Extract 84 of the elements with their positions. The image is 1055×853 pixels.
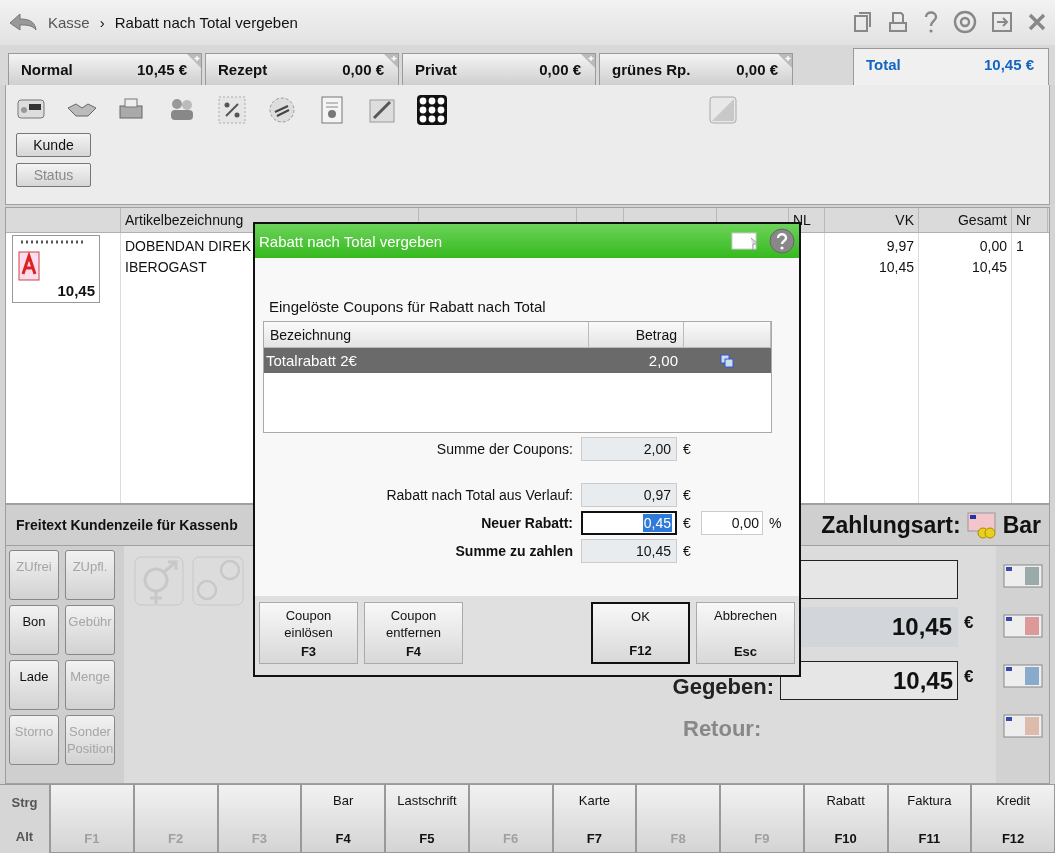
unit-label: € [682, 515, 692, 531]
input-field[interactable]: 0,45 [581, 511, 677, 535]
field-label: Rabatt nach Total aus Verlauf: [385, 487, 574, 503]
dots-grid-icon[interactable] [416, 93, 448, 126]
corner-plus-icon [778, 53, 792, 68]
tab[interactable]: Privat 0,00 € [402, 52, 596, 85]
table-cell: 9,97 [886, 236, 914, 256]
exit-icon[interactable] [991, 11, 1013, 34]
readonly-field: 10,45 [581, 539, 677, 563]
copy-icon[interactable] [720, 353, 734, 368]
breadcrumb-separator: › [99, 13, 105, 31]
banknote-icon[interactable] [1002, 714, 1043, 739]
column-header: Artikelbezeichnung [125, 211, 244, 228]
return-label: Retour: [683, 716, 763, 743]
function-key[interactable]: Karte F7 [552, 785, 637, 853]
corner-plus-icon [187, 53, 201, 68]
modifier-label: Alt [15, 828, 34, 844]
printer-icon[interactable] [887, 11, 909, 34]
banknote-icon[interactable] [1002, 564, 1043, 589]
tab[interactable]: Rezept 0,00 € [205, 52, 399, 85]
readonly-field: 2,00 [581, 437, 677, 461]
table-cell: IBEROGAST [125, 257, 207, 277]
percent-field[interactable]: 0,00 [701, 511, 763, 535]
percent-icon[interactable] [216, 93, 248, 126]
column-header: VK [895, 211, 914, 228]
thumbnail-price: 10,45 [57, 281, 95, 299]
close-icon[interactable] [1027, 12, 1047, 33]
toolbar-button[interactable]: Kunde [16, 132, 91, 157]
table-cell: DOBENDAN DIREK [125, 236, 252, 256]
field-label: Summe der Coupons: [435, 441, 574, 457]
keypad-button[interactable]: Bon [9, 605, 59, 656]
column-header: Nr [1016, 211, 1031, 228]
dialog-button[interactable]: Coupon einlösen F3 [259, 602, 358, 664]
window-icon[interactable] [731, 230, 761, 252]
dialog-button[interactable]: OK F12 [591, 602, 690, 664]
help-icon[interactable] [769, 228, 795, 254]
function-key[interactable]: Rabatt F10 [803, 785, 888, 853]
table-cell: 0,00 [979, 236, 1007, 256]
unit-label: € [682, 441, 692, 457]
column-header: Betrag [589, 322, 684, 347]
tab[interactable]: Normal 10,45 € [8, 52, 202, 85]
banknote-icon[interactable] [1002, 664, 1043, 689]
table-cell: 1 [1016, 236, 1024, 256]
unit-label: € [682, 543, 692, 559]
payment-method: Bar [1002, 511, 1041, 539]
given-field[interactable]: 10,45 [780, 661, 958, 701]
function-key[interactable]: Faktura F11 [887, 785, 972, 853]
dialog-button[interactable]: Coupon entfernen F4 [364, 602, 463, 664]
field-label: Neuer Rabatt: [480, 515, 574, 531]
table-cell: 10,45 [878, 257, 914, 277]
unit-label: € [682, 487, 692, 503]
column-header: Bezeichnung [264, 322, 589, 347]
given-label: Gegeben: [671, 674, 774, 701]
cash-icon [966, 511, 997, 540]
coupon-row[interactable]: Totalrabatt 2€ 2,00 [264, 348, 771, 373]
table-cell: 10,45 [971, 257, 1007, 277]
column-header: Gesamt [958, 211, 1007, 228]
table-cell-text: 2,00 [647, 351, 679, 371]
corner-plus-icon [581, 53, 595, 68]
back-arrow-icon[interactable] [8, 11, 38, 34]
section-label: Eingelöste Coupons für Rabatt nach Total [269, 298, 547, 315]
table-cell-text: Totalrabatt 2€ [265, 351, 358, 371]
dialog-button[interactable]: Abbrechen Esc [696, 602, 795, 664]
keypad-button[interactable]: Lade [9, 660, 59, 711]
copy-icon[interactable] [853, 11, 873, 34]
help-icon[interactable] [923, 10, 939, 35]
field-label: Summe zu zahlen [454, 543, 574, 559]
payment-label: Zahlungsart: [821, 511, 961, 539]
page-title: Rabatt nach Total vergeben [114, 13, 298, 31]
breadcrumb-link[interactable]: Kasse [48, 13, 90, 31]
function-key[interactable]: Kredit F12 [971, 785, 1055, 853]
tab[interactable]: Total 10,45 € [853, 47, 1049, 85]
dialog-title: Rabatt nach Total vergeben [259, 232, 443, 250]
readonly-field: 0,97 [581, 483, 677, 507]
function-key[interactable]: Bar F4 [301, 785, 385, 853]
modifier-label: Strg [11, 794, 38, 810]
banknote-icon[interactable] [1002, 614, 1043, 639]
currency-sign: € [964, 613, 974, 634]
corner-plus-icon [384, 53, 398, 68]
section-title: Freitext Kundenzeile für Kassenb [16, 517, 238, 534]
tab[interactable]: grünes Rp. 0,00 € [599, 52, 793, 85]
unit-label: % [768, 515, 783, 531]
function-key[interactable]: Lastschrift F5 [385, 785, 469, 853]
currency-sign: € [964, 667, 974, 688]
